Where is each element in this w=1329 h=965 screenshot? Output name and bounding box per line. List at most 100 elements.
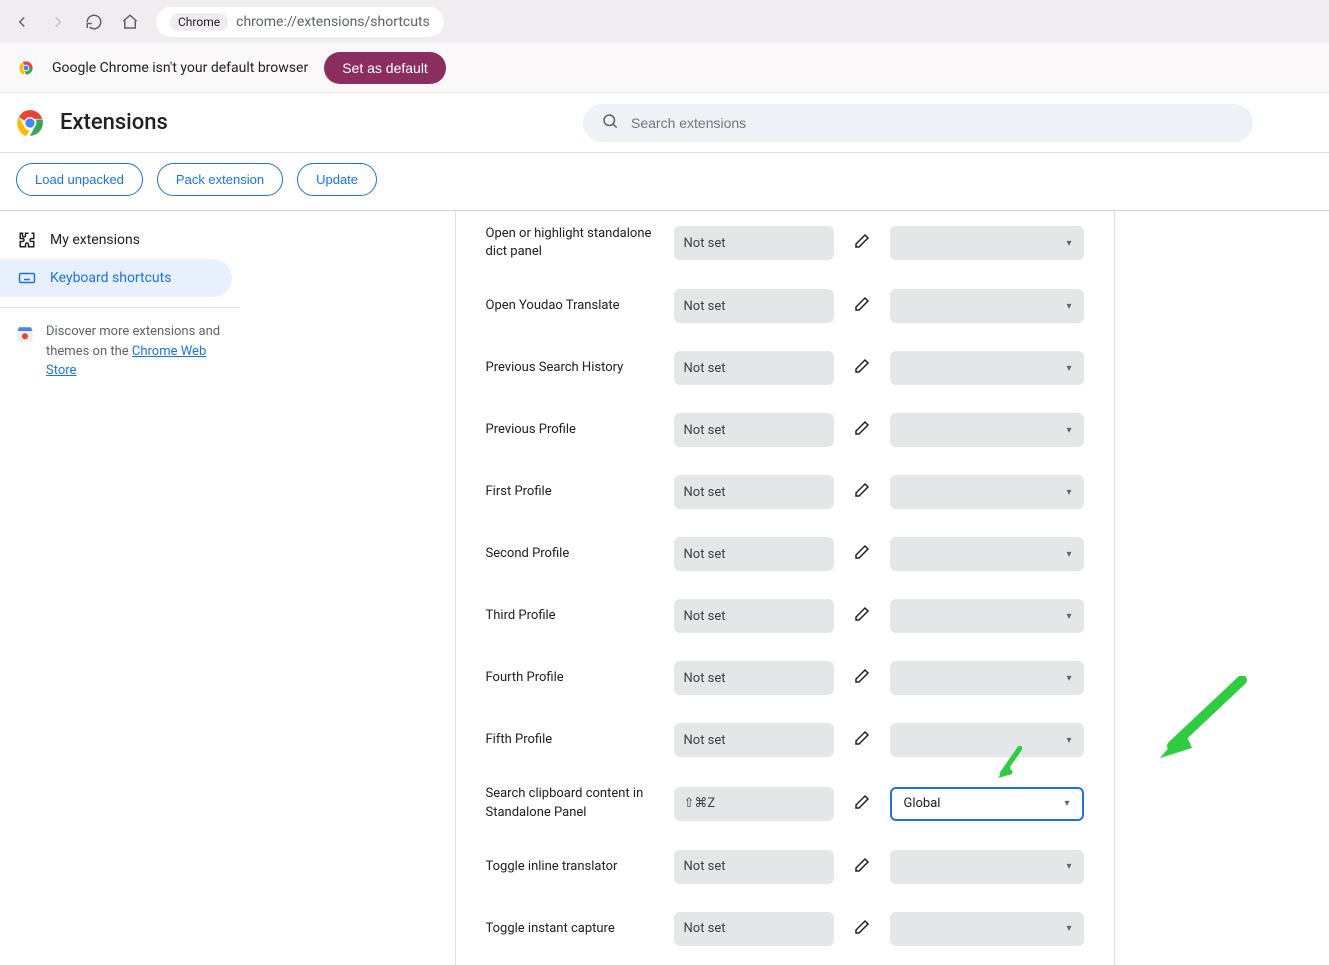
pack-extension-button[interactable]: Pack extension — [157, 163, 283, 196]
shortcut-value-input[interactable]: Not set — [674, 723, 834, 757]
back-button[interactable] — [8, 8, 36, 36]
load-unpacked-button[interactable]: Load unpacked — [16, 163, 143, 196]
shortcut-row: Previous ProfileNot set▾ — [486, 399, 1084, 461]
sidebar-divider — [0, 307, 240, 308]
scope-select[interactable]: ▾ — [890, 289, 1084, 323]
pencil-icon — [853, 295, 871, 317]
pencil-icon — [853, 793, 871, 815]
shortcut-row: First ProfileNot set▾ — [486, 461, 1084, 523]
edit-shortcut-button[interactable] — [848, 853, 876, 881]
shortcut-value-input[interactable]: ⇧⌘Z — [674, 787, 834, 821]
scope-select[interactable]: ▾ — [890, 413, 1084, 447]
search-field[interactable] — [631, 115, 1235, 131]
edit-shortcut-button[interactable] — [848, 664, 876, 692]
set-default-button[interactable]: Set as default — [324, 52, 446, 84]
shortcut-value-input[interactable]: Not set — [674, 661, 834, 695]
puzzle-icon — [18, 231, 36, 249]
edit-shortcut-button[interactable] — [848, 602, 876, 630]
scope-select[interactable]: ▾ — [890, 723, 1084, 757]
main-area: My extensions Keyboard shortcuts Discove… — [0, 211, 1329, 965]
update-button[interactable]: Update — [297, 163, 377, 196]
chrome-icon — [16, 58, 36, 78]
sidebar-item-keyboard-shortcuts[interactable]: Keyboard shortcuts — [0, 259, 232, 297]
pencil-icon — [853, 543, 871, 565]
banner-text: Google Chrome isn't your default browser — [52, 60, 308, 76]
shortcut-value-input[interactable]: Not set — [674, 226, 834, 260]
caret-down-icon: ▾ — [1066, 673, 1071, 684]
edit-shortcut-button[interactable] — [848, 229, 876, 257]
search-extensions-input[interactable] — [583, 104, 1253, 142]
pencil-icon — [853, 419, 871, 441]
content-wrap: Open or highlight standalone dict panel N… — [240, 211, 1329, 965]
scope-select[interactable]: ▾ — [890, 351, 1084, 385]
forward-button[interactable] — [44, 8, 72, 36]
caret-down-icon: ▾ — [1066, 238, 1071, 249]
shortcut-row: Open Youdao TranslateNot set▾ — [486, 275, 1084, 337]
chrome-chip-label: Chrome — [178, 15, 220, 29]
scope-select[interactable]: ▾ — [890, 599, 1084, 633]
scope-select[interactable]: ▾ — [890, 475, 1084, 509]
shortcut-label: Fifth Profile — [486, 731, 660, 749]
pencil-icon — [853, 729, 871, 751]
search-icon — [601, 112, 619, 134]
shortcut-label: Toggle instant capture — [486, 920, 660, 938]
edit-shortcut-button[interactable] — [848, 354, 876, 382]
shortcut-row: Fifth Profile Not set ▾ — [486, 709, 1084, 771]
caret-down-icon: ▾ — [1066, 861, 1071, 872]
pencil-icon — [853, 918, 871, 940]
scope-select[interactable]: ▾ — [890, 226, 1084, 260]
edit-shortcut-button[interactable] — [848, 540, 876, 568]
scope-select[interactable]: Global▾ — [890, 787, 1084, 821]
extensions-toolbar: Load unpacked Pack extension Update — [0, 153, 1329, 211]
shortcut-label: Third Profile — [486, 607, 660, 625]
scope-select[interactable]: ▾ — [890, 661, 1084, 695]
edit-shortcut-button[interactable] — [848, 915, 876, 943]
scope-select[interactable]: ▾ — [890, 850, 1084, 884]
shortcut-label: Toggle inline translator — [486, 858, 660, 876]
shortcut-row: Search clipboard content in Standalone P… — [486, 771, 1084, 835]
shortcut-value-input[interactable]: Not set — [674, 912, 834, 946]
pencil-icon — [853, 232, 871, 254]
edit-shortcut-button[interactable] — [848, 292, 876, 320]
shortcut-value-input[interactable]: Not set — [674, 537, 834, 571]
chrome-logo-icon — [16, 109, 44, 137]
home-button[interactable] — [116, 8, 144, 36]
extensions-header: Extensions — [0, 93, 1329, 153]
shortcut-list: Open or highlight standalone dict panel N… — [455, 211, 1115, 965]
address-bar[interactable]: Chrome chrome://extensions/shortcuts — [156, 7, 444, 37]
shortcut-value-input[interactable]: Not set — [674, 351, 834, 385]
edit-shortcut-button[interactable] — [848, 478, 876, 506]
shortcut-value-input[interactable]: Not set — [674, 850, 834, 884]
sidebar: My extensions Keyboard shortcuts Discove… — [0, 211, 240, 965]
scope-select[interactable]: ▾ — [890, 912, 1084, 946]
keyboard-icon — [18, 269, 36, 287]
shortcut-value-input[interactable]: Not set — [674, 289, 834, 323]
shortcut-row: Open or highlight standalone dict panel N… — [486, 211, 1084, 275]
edit-shortcut-button[interactable] — [848, 790, 876, 818]
url-text: chrome://extensions/shortcuts — [236, 14, 430, 30]
caret-down-icon: ▾ — [1066, 487, 1071, 498]
pencil-icon — [853, 481, 871, 503]
reload-button[interactable] — [80, 8, 108, 36]
browser-chrome-bar: Chrome chrome://extensions/shortcuts — [0, 0, 1329, 43]
shortcut-value-input[interactable]: Not set — [674, 599, 834, 633]
shortcut-row: Fourth ProfileNot set▾ — [486, 647, 1084, 709]
shortcut-row: Toggle instant capture Not set ▾ — [486, 898, 1084, 960]
shortcut-value-input[interactable]: Not set — [674, 413, 834, 447]
caret-down-icon: ▾ — [1066, 363, 1071, 374]
scope-value: Global — [904, 796, 941, 811]
shortcut-row: Third Profile Not set ▾ — [486, 585, 1084, 647]
scope-select[interactable]: ▾ — [890, 537, 1084, 571]
site-chip: Chrome — [170, 13, 228, 31]
pencil-icon — [853, 605, 871, 627]
shortcut-label: Search clipboard content in Standalone P… — [486, 785, 660, 821]
shortcut-row: Second ProfileNot set▾ — [486, 523, 1084, 585]
edit-shortcut-button[interactable] — [848, 416, 876, 444]
discover-block: Discover more extensions and themes on t… — [0, 322, 240, 381]
edit-shortcut-button[interactable] — [848, 726, 876, 754]
sidebar-item-my-extensions[interactable]: My extensions — [0, 221, 232, 259]
caret-down-icon: ▾ — [1066, 735, 1071, 746]
shortcut-value-input[interactable]: Not set — [674, 475, 834, 509]
pencil-icon — [853, 667, 871, 689]
shortcut-label: Open or highlight standalone dict panel — [486, 225, 660, 261]
